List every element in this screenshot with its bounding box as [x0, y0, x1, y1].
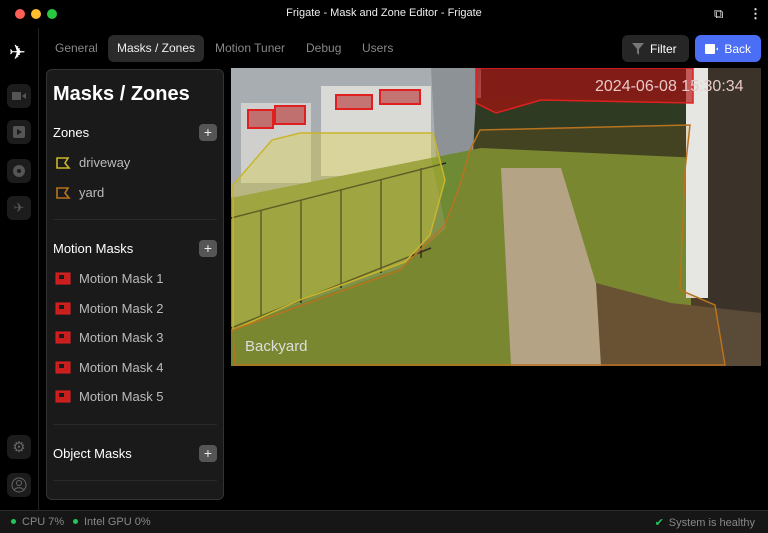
motion-mask-icon	[55, 302, 71, 315]
cpu-label: CPU 7%	[22, 516, 65, 528]
tab-users[interactable]: Users	[353, 35, 402, 62]
motion-mask-icon	[55, 331, 71, 344]
live-camera-icon[interactable]	[7, 84, 31, 108]
object-masks-heading: Object Masks	[53, 446, 132, 461]
motion-mask-item[interactable]: Motion Mask 5	[55, 389, 164, 404]
motion-mask-icon	[55, 361, 71, 374]
motion-mask-label: Motion Mask 3	[79, 330, 164, 346]
motion-mask-icon	[55, 390, 71, 403]
zone-label: yard	[79, 185, 105, 200]
zone-polygon-icon	[56, 156, 71, 169]
extension-icon[interactable]: ⧉	[714, 6, 723, 22]
back-label: Back	[724, 41, 751, 56]
camera-feed[interactable]: 2024-06-08 15:30:34 Backyard	[231, 68, 761, 366]
motion-mask-label: Motion Mask 2	[79, 300, 164, 316]
divider	[53, 480, 217, 481]
more-menu-icon[interactable]: ⋮	[749, 6, 762, 22]
zone-label: driveway	[79, 155, 131, 170]
motion-mask-label: Motion Mask 4	[79, 359, 164, 375]
camera-name-label: Backyard	[245, 338, 308, 355]
divider	[53, 219, 217, 220]
review-icon[interactable]	[7, 120, 31, 144]
motion-mask-item[interactable]: Motion Mask 4	[55, 360, 164, 375]
masks-zones-panel: Masks / Zones Zones + driveway yard Moti…	[46, 69, 224, 500]
window-title: Frigate - Mask and Zone Editor - Frigate	[286, 7, 482, 19]
sidebar: ✈ ✈ ⚙	[0, 28, 39, 510]
checkmark-icon: ✔	[654, 517, 664, 529]
zone-item-driveway[interactable]: driveway	[55, 155, 130, 170]
motion-mask-item[interactable]: Motion Mask 2	[55, 301, 164, 316]
zone-item-yard[interactable]: yard	[55, 185, 104, 200]
add-object-mask-button[interactable]: +	[199, 445, 217, 462]
health-label: System is healthy	[668, 517, 755, 529]
filter-button[interactable]: Filter	[622, 35, 689, 62]
camera-timestamp: 2024-06-08 15:30:34	[595, 78, 744, 95]
video-camera-icon	[705, 43, 719, 54]
tab-debug[interactable]: Debug	[297, 35, 350, 62]
motion-mask-label: Motion Mask 1	[79, 271, 164, 286]
status-bar: CPU 7% Intel GPU 0% ✔ System is healthy	[0, 510, 768, 533]
zones-heading: Zones	[53, 125, 90, 140]
panel-title: Masks / Zones	[53, 83, 190, 105]
motion-mask-icon	[55, 272, 71, 285]
status-dot-icon	[73, 519, 78, 524]
divider	[53, 424, 217, 425]
camera-image	[231, 68, 761, 366]
back-button[interactable]: Back	[695, 35, 761, 62]
tab-masks-zones[interactable]: Masks / Zones	[108, 35, 205, 62]
settings-gear-icon[interactable]: ⚙	[7, 435, 31, 459]
motion-mask-item[interactable]: Motion Mask 3	[55, 330, 164, 345]
title-bar: Frigate - Mask and Zone Editor - Frigate…	[0, 0, 768, 28]
export-icon[interactable]	[7, 159, 31, 183]
motion-masks-heading: Motion Masks	[53, 241, 134, 256]
gpu-status: Intel GPU 0%	[73, 516, 151, 528]
cpu-status: CPU 7%	[11, 516, 64, 528]
tab-motion-tuner[interactable]: Motion Tuner	[206, 35, 294, 62]
frigate-logo-icon: ✈	[9, 42, 26, 64]
add-zone-button[interactable]: +	[199, 124, 217, 141]
filter-icon	[632, 42, 644, 55]
zone-polygon-icon	[56, 186, 71, 199]
motion-mask-label: Motion Mask 5	[79, 389, 164, 405]
motion-mask-item[interactable]: Motion Mask 1	[55, 271, 164, 286]
gpu-label: Intel GPU 0%	[84, 516, 151, 528]
health-status[interactable]: ✔ System is healthy	[655, 516, 755, 529]
add-motion-mask-button[interactable]: +	[199, 240, 217, 257]
filter-label: Filter	[650, 41, 677, 56]
account-icon[interactable]	[7, 473, 31, 497]
explore-icon[interactable]: ✈	[7, 196, 31, 220]
status-dot-icon	[11, 519, 16, 524]
tab-general[interactable]: General	[46, 35, 107, 62]
